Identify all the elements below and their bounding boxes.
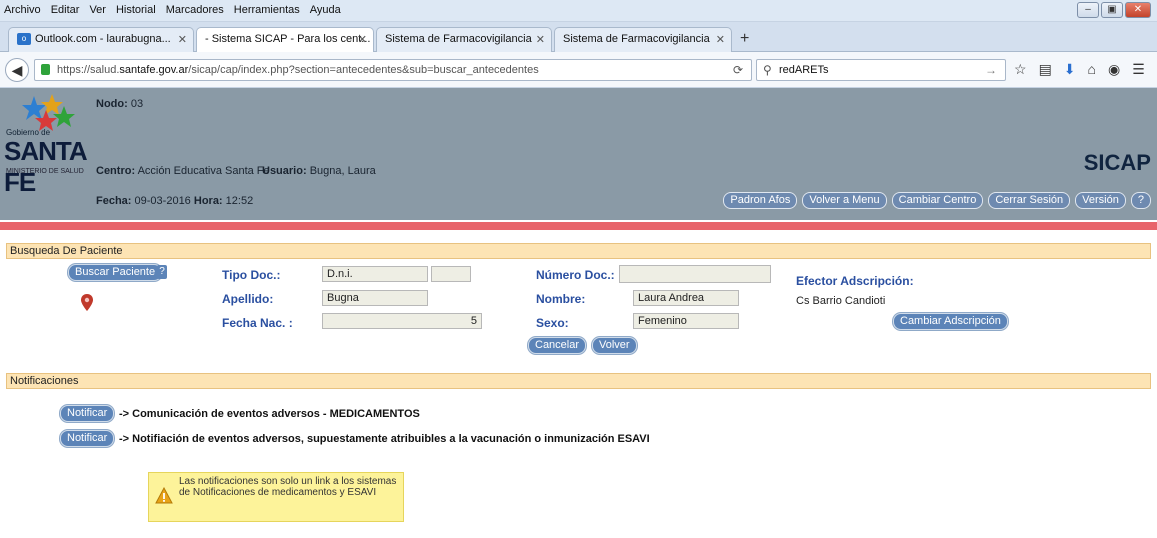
menu-archivo[interactable]: Archivo xyxy=(4,4,41,16)
close-tab-icon[interactable]: ✕ xyxy=(358,33,367,46)
close-window-icon[interactable]: ✕ xyxy=(1125,2,1151,18)
notificar-medicamentos-button[interactable]: Notificar xyxy=(60,405,115,422)
efector-adscripcion-value: Cs Barrio Candioti xyxy=(796,295,886,307)
section-busqueda: Busqueda De Paciente xyxy=(6,243,1151,259)
reload-icon[interactable]: ⟳ xyxy=(733,63,743,77)
lock-icon xyxy=(41,64,50,75)
efector-adscripcion-label: Efector Adscripción: xyxy=(796,274,914,288)
bookmark-star-icon[interactable]: ☆ xyxy=(1014,61,1027,78)
help-button[interactable]: ? xyxy=(1130,192,1151,209)
tab-label: Sistema de Farmacovigilancia xyxy=(563,33,710,45)
tipo-doc-label: Tipo Doc.: xyxy=(222,268,281,282)
cambiar-centro-button[interactable]: Cambiar Centro xyxy=(891,192,984,209)
notif-esavi-text: -> Notifiación de eventos adversos, supu… xyxy=(119,433,650,445)
menu-marcadores[interactable]: Marcadores xyxy=(166,4,224,16)
toolbar-icons: ☆ ▤ ⬇ ⌂ ◉ ☰ xyxy=(1014,61,1145,78)
download-icon[interactable]: ⬇ xyxy=(1064,61,1076,78)
help-icon[interactable]: ? xyxy=(157,265,167,279)
tab-outlook[interactable]: o Outlook.com - laurabugna... ✕ xyxy=(8,27,194,52)
map-pin-icon xyxy=(81,294,93,311)
close-tab-icon[interactable]: ✕ xyxy=(716,33,725,46)
back-arrow-icon[interactable]: ◀ xyxy=(5,58,29,82)
tipo-doc-select[interactable]: D.n.i. xyxy=(322,266,428,282)
usuario-info: Usuario: Bugna, Laura xyxy=(262,165,376,177)
nodo-info: Nodo: 03 xyxy=(96,98,144,110)
tab-farmacovigilancia-2[interactable]: Sistema de Farmacovigilancia ✕ xyxy=(554,27,732,52)
header-buttons: Padron Afos Volver a Menu Cambiar Centro… xyxy=(723,192,1151,209)
fecha-nac-suffix: 5 xyxy=(470,315,477,327)
padron-afos-button[interactable]: Padron Afos xyxy=(723,192,798,209)
version-button[interactable]: Versión xyxy=(1075,192,1126,209)
warning-icon xyxy=(155,487,173,504)
menu-hamburger-icon[interactable]: ☰ xyxy=(1132,61,1145,78)
volver-menu-button[interactable]: Volver a Menu xyxy=(802,192,887,209)
url-bar[interactable]: https://salud.santafe.gov.ar/sicap/cap/i… xyxy=(34,59,752,81)
logo-santa-fe: SANTA FE xyxy=(4,136,87,197)
santa-fe-logo: Gobierno de SANTA FE MINISTERIO DE SALUD xyxy=(2,92,92,210)
fecha-nac-label: Fecha Nac. : xyxy=(222,316,293,330)
url-text: https://salud.santafe.gov.ar/sicap/cap/i… xyxy=(57,64,539,76)
section-notificaciones: Notificaciones xyxy=(6,373,1151,389)
home-icon[interactable]: ⌂ xyxy=(1088,61,1096,78)
menu-ver[interactable]: Ver xyxy=(89,4,106,16)
tab-farmacovigilancia-1[interactable]: Sistema de Farmacovigilancia ✕ xyxy=(376,27,552,52)
app-header: Gobierno de SANTA FE MINISTERIO DE SALUD… xyxy=(0,88,1157,220)
outlook-icon: o xyxy=(17,33,31,46)
tipo-doc-extra-field[interactable] xyxy=(431,266,471,282)
nombre-label: Nombre: xyxy=(536,292,586,306)
close-tab-icon[interactable]: ✕ xyxy=(178,33,187,46)
cambiar-adscripcion-button[interactable]: Cambiar Adscripción xyxy=(893,313,1008,330)
new-tab-icon[interactable]: + xyxy=(740,30,749,48)
navigation-bar: ◀ https://salud.santafe.gov.ar/sicap/cap… xyxy=(0,52,1157,88)
sexo-field[interactable]: Femenino xyxy=(633,313,739,329)
menu-herramientas[interactable]: Herramientas xyxy=(234,4,300,16)
warning-box: Las notificaciones son solo un link a lo… xyxy=(148,472,404,522)
maximize-icon[interactable]: ▣ xyxy=(1101,2,1123,18)
menu-items: Archivo Editar Ver Historial Marcadores … xyxy=(4,4,341,16)
search-icon: ⚲ xyxy=(763,63,772,77)
fecha-info: Fecha: 09-03-2016 Hora: 12:52 xyxy=(96,195,254,207)
volver-button[interactable]: Volver xyxy=(592,337,637,354)
search-text: redARETs xyxy=(779,64,829,76)
close-tab-icon[interactable]: ✕ xyxy=(536,33,545,46)
centro-info: Centro: Acción Educativa Santa Fe xyxy=(96,165,270,177)
red-divider xyxy=(0,222,1157,230)
app-title: SICAP xyxy=(1083,150,1151,175)
apellido-field[interactable]: Bugna xyxy=(322,290,428,306)
nombre-field[interactable]: Laura Andrea xyxy=(633,290,739,306)
fecha-nac-field[interactable]: 5 xyxy=(322,313,482,329)
menu-editar[interactable]: Editar xyxy=(51,4,80,16)
tab-sicap[interactable]: - Sistema SICAP - Para los cent... ✕ xyxy=(196,27,374,53)
numero-doc-field[interactable] xyxy=(619,265,771,283)
cancelar-button[interactable]: Cancelar xyxy=(528,337,587,354)
sexo-label: Sexo: xyxy=(536,316,569,330)
minimize-icon[interactable]: – xyxy=(1077,2,1099,18)
tab-label: Outlook.com - laurabugna... xyxy=(35,33,171,45)
notif-medicamentos-text: -> Comunicación de eventos adversos - ME… xyxy=(119,408,420,420)
cerrar-sesion-button[interactable]: Cerrar Sesión xyxy=(988,192,1071,209)
reading-list-icon[interactable]: ▤ xyxy=(1039,61,1052,78)
search-input[interactable]: ⚲ redARETs → xyxy=(756,59,1006,81)
apellido-label: Apellido: xyxy=(222,292,274,306)
warning-text: Las notificaciones son solo un link a lo… xyxy=(179,476,397,498)
chat-icon[interactable]: ◉ xyxy=(1108,61,1120,78)
menu-bar: Archivo Editar Ver Historial Marcadores … xyxy=(0,0,1157,22)
numero-doc-label: Número Doc.: xyxy=(536,268,615,282)
logo-ministerio: MINISTERIO DE SALUD xyxy=(6,168,84,175)
menu-ayuda[interactable]: Ayuda xyxy=(310,4,341,16)
tab-label: Sistema de Farmacovigilancia xyxy=(385,33,532,45)
tab-strip: o Outlook.com - laurabugna... ✕ - Sistema… xyxy=(0,22,1157,53)
tab-label: - Sistema SICAP - Para los cent... xyxy=(205,33,371,45)
buscar-paciente-button[interactable]: Buscar Paciente xyxy=(68,264,163,281)
notificar-esavi-button[interactable]: Notificar xyxy=(60,430,115,447)
menu-historial[interactable]: Historial xyxy=(116,4,156,16)
window-controls: – ▣ ✕ xyxy=(1077,2,1151,18)
search-go-icon[interactable]: → xyxy=(985,63,997,77)
